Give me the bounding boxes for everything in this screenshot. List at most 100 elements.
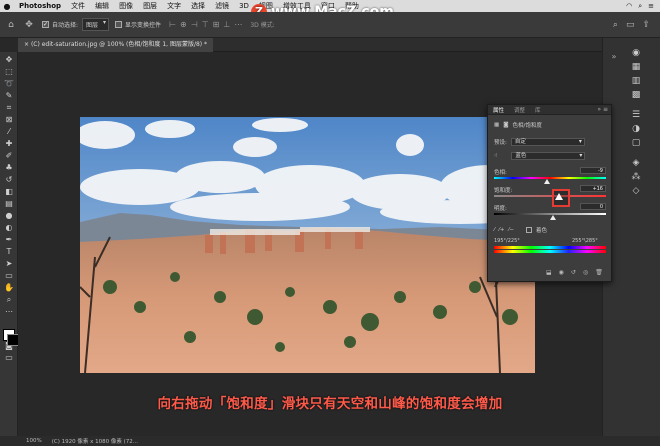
crop-icon[interactable]: ⌗ (0, 102, 18, 114)
channels-panel-icon[interactable]: ⁂ (625, 172, 647, 182)
preset-row: 预设: 自定 (494, 138, 585, 146)
zoom-icon[interactable]: ⌕ (0, 294, 18, 306)
menu-layer[interactable]: 图层 (138, 1, 162, 11)
visibility-icon[interactable]: ◎ (583, 269, 588, 276)
eyedropper-minus-icon[interactable]: ⁄− (508, 227, 514, 233)
marquee-icon[interactable]: ⬚ (0, 66, 18, 78)
gradient-icon[interactable]: ▤ (0, 198, 18, 210)
lightness-value-field[interactable]: 0 (580, 203, 606, 210)
colorize-label: 着色 (535, 228, 547, 234)
swatches-panel-icon[interactable]: ▦ (625, 62, 647, 72)
show-transform-checkbox[interactable] (115, 21, 123, 28)
close-icon[interactable]: × (24, 41, 31, 48)
menu-image[interactable]: 图像 (114, 1, 138, 11)
eyedropper-icon[interactable]: ⁄ (0, 126, 18, 138)
hue-value-field[interactable]: -9 (580, 167, 606, 174)
history-brush-icon[interactable]: ↺ (0, 174, 18, 186)
share-icon[interactable]: ⇪ (642, 20, 650, 30)
target-adjust-icon[interactable]: ☝ (494, 153, 497, 159)
menu-file[interactable]: 文件 (66, 1, 90, 11)
patterns-panel-icon[interactable]: ▩ (625, 90, 647, 100)
view-previous-icon[interactable]: ◉ (559, 269, 564, 276)
collapse-icon[interactable]: » (607, 52, 621, 61)
frame-icon[interactable]: ⊠ (0, 114, 18, 126)
reset-icon[interactable]: ↺ (571, 269, 576, 276)
search-icon[interactable]: ⌕ (613, 20, 618, 30)
dodge-icon[interactable]: ◐ (0, 222, 18, 234)
zoom-level[interactable]: 100% (26, 438, 42, 444)
screen-mode-icon[interactable]: ▭ (0, 352, 18, 364)
delete-icon[interactable]: 🗑 (595, 269, 603, 276)
auto-select-checkbox[interactable]: ✓ (42, 21, 49, 28)
preset-dropdown[interactable]: 自定 (510, 138, 585, 146)
colorize-checkbox[interactable] (525, 227, 532, 233)
adjustment-layer-icon: ▦ (494, 122, 500, 128)
eraser-icon[interactable]: ◧ (0, 186, 18, 198)
align-center-icon[interactable]: ⊕ (180, 20, 187, 29)
color-range-bar-bottom[interactable] (494, 250, 606, 253)
lightness-slider-knob[interactable] (550, 215, 556, 220)
align-left-icon[interactable]: ⊢ (169, 20, 176, 29)
quick-select-icon[interactable]: ✎ (0, 90, 18, 102)
move-tool-icon[interactable]: ✥ (22, 18, 36, 32)
auto-select-dropdown[interactable]: 图层 (82, 18, 110, 31)
align-bottom-icon[interactable]: ⊥ (223, 20, 230, 29)
brush-icon[interactable]: ✐ (0, 150, 18, 162)
distribute-icon[interactable]: ⋯ (234, 20, 242, 29)
lasso-icon[interactable]: ➰ (0, 78, 18, 90)
panel-menu-icon[interactable]: » ≡ (592, 106, 611, 113)
align-right-icon[interactable]: ⊣ (191, 20, 198, 29)
properties-panel-icon[interactable]: ☰ (625, 110, 647, 120)
eyedropper-plus-icon[interactable]: ⁄+ (499, 227, 505, 233)
document-tab-title: (C) edit-saturation.jpg @ 100% (色相/饱和度 1… (30, 41, 208, 48)
tab-properties[interactable]: 属性 (488, 106, 509, 114)
type-icon[interactable]: T (0, 246, 18, 258)
menu-edit[interactable]: 编辑 (90, 1, 114, 11)
control-center-icon[interactable]: ≡ (648, 2, 654, 11)
mask-icon[interactable]: ◙ (503, 122, 508, 128)
path-select-icon[interactable]: ➤ (0, 258, 18, 270)
tab-libraries[interactable]: 库 (530, 106, 546, 114)
align-middle-icon[interactable]: ⊞ (213, 20, 220, 29)
saturation-value-field[interactable]: +16 (580, 185, 606, 192)
3d-mode-label: 3D 模式: (250, 22, 275, 29)
menu-filter[interactable]: 滤镜 (210, 1, 234, 11)
align-buttons: ⊢ ⊕ ⊣ ⊤ ⊞ ⊥ ⋯ (169, 20, 242, 29)
range-row: ☝ 蓝色 (494, 152, 586, 160)
shape-icon[interactable]: ▭ (0, 270, 18, 282)
menu-select[interactable]: 选择 (186, 1, 210, 11)
hue-slider-knob[interactable] (544, 179, 550, 184)
pen-icon[interactable]: ✒ (0, 234, 18, 246)
move-icon[interactable]: ✥ (0, 54, 18, 66)
spotlight-icon[interactable]: ⌕ (638, 2, 642, 11)
apple-icon[interactable]: ● (0, 2, 14, 11)
tab-adjustments[interactable]: 调整 (509, 106, 530, 114)
hand-icon[interactable]: ✋ (0, 282, 18, 294)
stamp-icon[interactable]: ♣ (0, 162, 18, 174)
menu-type[interactable]: 文字 (162, 1, 186, 11)
libraries-panel-icon[interactable]: ▢ (625, 138, 647, 148)
saturation-slider-track[interactable] (494, 195, 606, 197)
gradients-panel-icon[interactable]: ▥ (625, 76, 647, 86)
more-tools-icon[interactable]: ⋯ (0, 306, 18, 318)
workspace-icon[interactable]: ▭ (626, 20, 635, 30)
blur-icon[interactable]: ● (0, 210, 18, 222)
wifi-icon[interactable]: ◠ (626, 2, 632, 11)
clip-to-layer-icon[interactable]: ⬓ (546, 269, 552, 276)
document-tab[interactable]: × (C) edit-saturation.jpg @ 100% (色相/饱和度… (18, 38, 214, 52)
healing-icon[interactable]: ✚ (0, 138, 18, 150)
document-image[interactable] (80, 117, 535, 373)
document-info: (C) 1920 像素 x 1080 像素 (72... (51, 439, 138, 445)
color-panel-icon[interactable]: ◉ (625, 48, 647, 58)
align-top-icon[interactable]: ⊤ (202, 20, 209, 29)
range-dropdown[interactable]: 蓝色 (511, 152, 586, 160)
home-icon[interactable]: ⌂ (4, 18, 18, 32)
adjustments-panel-icon[interactable]: ◑ (625, 124, 647, 134)
hue-slider-track[interactable] (494, 177, 606, 179)
layers-panel-icon[interactable]: ◈ (625, 158, 647, 168)
saturation-slider-knob[interactable] (555, 193, 563, 200)
paths-panel-icon[interactable]: ◇ (625, 186, 647, 196)
menu-app[interactable]: Photoshop (14, 2, 66, 10)
eyedropper-icon[interactable]: ⁄ (494, 227, 495, 233)
eyedropper-row: ⁄ ⁄+ ⁄− 着色 (494, 226, 547, 234)
